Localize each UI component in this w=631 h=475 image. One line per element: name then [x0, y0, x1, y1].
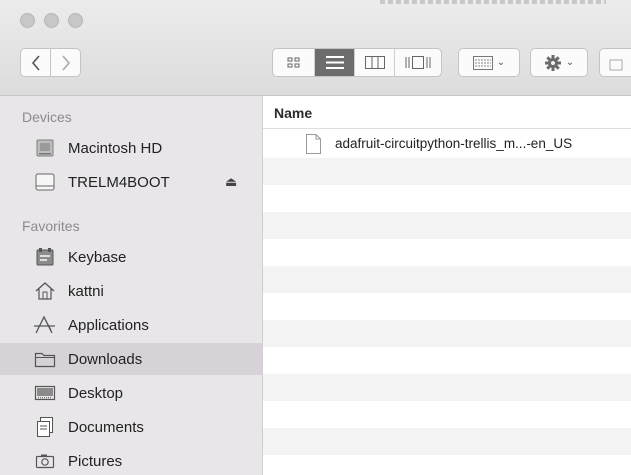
sidebar-item-documents[interactable]: Documents [0, 411, 262, 443]
chevron-down-icon: ⌄ [496, 57, 506, 68]
list-stripe [263, 293, 631, 320]
sidebar-item-downloads[interactable]: Downloads [0, 343, 262, 375]
group-by-button[interactable]: ⌄ [458, 48, 520, 77]
action-menu-button[interactable]: ⌄ [530, 48, 588, 77]
finder-window: ⌄ ⌄ Devices Macintosh HD TRELM4BOOT ⏏ Fa… [0, 0, 631, 475]
sidebar: Devices Macintosh HD TRELM4BOOT ⏏ Favori… [0, 96, 263, 475]
sidebar-item-applications[interactable]: Applications [0, 309, 262, 341]
back-button[interactable] [20, 48, 51, 77]
favorites-heading: Favorites [22, 218, 80, 234]
column-header-name[interactable]: Name [263, 96, 631, 129]
file-name: adafruit-circuitpython-trellis_m...-en_U… [335, 136, 573, 151]
minimize-window-button[interactable] [44, 13, 59, 28]
toolbar: ⌄ ⌄ [0, 0, 631, 96]
list-stripe [263, 239, 631, 266]
list-stripe [263, 212, 631, 239]
sidebar-item-desktop[interactable]: Desktop [0, 377, 262, 409]
view-mode-control [272, 48, 442, 77]
devices-heading: Devices [22, 109, 72, 125]
list-item[interactable]: adafruit-circuitpython-trellis_m...-en_U… [263, 131, 631, 158]
sidebar-item-label: Keybase [68, 248, 127, 266]
sidebar-item-label: Downloads [68, 350, 143, 368]
list-stripe [263, 158, 631, 185]
close-window-button[interactable] [20, 13, 35, 28]
cover-flow-icon [405, 56, 431, 69]
column-header-label: Name [274, 105, 313, 121]
external-drive-icon [33, 171, 57, 193]
sidebar-item-label: Desktop [68, 384, 124, 402]
folder-icon [33, 348, 57, 370]
sidebar-item-keybase[interactable]: Keybase [0, 241, 262, 273]
list-view-button[interactable] [315, 49, 355, 76]
list-stripe [263, 401, 631, 428]
list-stripe [263, 185, 631, 212]
gear-icon [544, 54, 561, 71]
list-stripe [263, 266, 631, 293]
eject-icon[interactable]: ⏏ [225, 174, 237, 190]
window-title-remnant [380, 0, 606, 4]
zoom-window-button[interactable] [68, 13, 83, 28]
share-icon [609, 59, 622, 70]
cover-flow-view-button[interactable] [395, 49, 441, 76]
share-button[interactable] [599, 48, 631, 77]
sidebar-item-pictures[interactable]: Pictures [0, 445, 262, 475]
list-stripe [263, 455, 631, 475]
file-list: Name adafruit-circuitpython-trellis_m...… [263, 96, 631, 475]
applications-icon [33, 314, 57, 336]
chevron-left-icon [31, 54, 40, 71]
icon-view-button[interactable] [273, 49, 315, 76]
column-view-icon [364, 56, 385, 69]
forward-button[interactable] [50, 48, 81, 77]
list-stripe [263, 320, 631, 347]
chevron-right-icon [61, 54, 70, 71]
sidebar-item-macintosh-hd[interactable]: Macintosh HD [0, 132, 262, 164]
list-stripe [263, 347, 631, 374]
column-view-button[interactable] [355, 49, 395, 76]
list-view-icon [325, 56, 344, 69]
document-icon [306, 134, 321, 154]
pictures-icon [33, 450, 57, 472]
sidebar-item-trelm4boot[interactable]: TRELM4BOOT ⏏ [0, 166, 262, 198]
sidebar-item-label: Documents [68, 418, 144, 436]
sidebar-item-label: Applications [68, 316, 149, 334]
desktop-icon [33, 382, 57, 404]
icon-view-icon [287, 57, 299, 67]
sidebar-item-label: Pictures [68, 452, 123, 470]
sidebar-item-label: TRELM4BOOT [68, 173, 170, 191]
list-stripe [263, 428, 631, 455]
group-by-icon [472, 55, 493, 70]
sidebar-item-label: Macintosh HD [68, 139, 163, 157]
sidebar-item-label: kattni [68, 282, 104, 300]
hard-drive-icon [33, 137, 57, 159]
list-stripe [263, 374, 631, 401]
home-icon [33, 280, 57, 302]
documents-icon [33, 416, 57, 438]
chevron-down-icon: ⌄ [565, 57, 575, 68]
keybase-icon [33, 246, 57, 268]
sidebar-item-kattni[interactable]: kattni [0, 275, 262, 307]
